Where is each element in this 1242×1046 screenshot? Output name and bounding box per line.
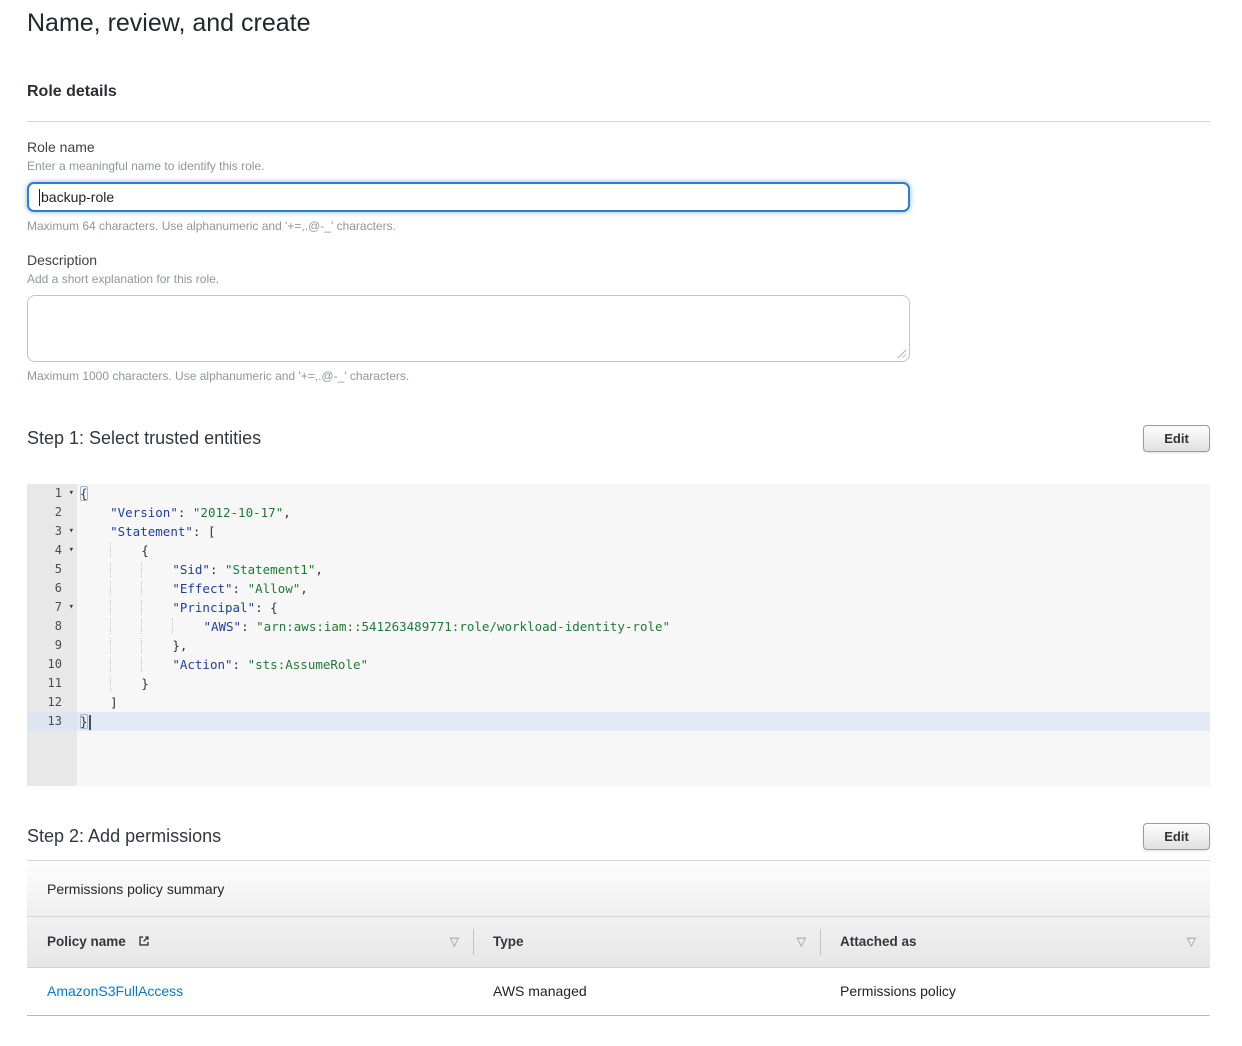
editor-caret bbox=[89, 715, 91, 730]
permissions-summary-panel: Permissions policy summary Policy name ▽ bbox=[27, 860, 1210, 1016]
editor-line-number: 7▾ bbox=[27, 598, 77, 617]
editor-code-line: "AWS": "arn:aws:iam::541263489771:role/w… bbox=[77, 617, 1210, 636]
permissions-panel-title: Permissions policy summary bbox=[27, 861, 1210, 917]
editor-line[interactable]: 2 "Version": "2012-10-17", bbox=[27, 503, 1210, 522]
name-review-create-page: Name, review, and create Role details Ro… bbox=[0, 9, 1242, 1016]
role-name-constraint: Maximum 64 characters. Use alphanumeric … bbox=[27, 219, 1210, 233]
editor-code-line: } bbox=[77, 712, 1210, 731]
editor-line[interactable]: 3▾ "Statement": [ bbox=[27, 522, 1210, 541]
editor-line-number: 3▾ bbox=[27, 522, 77, 541]
editor-line[interactable]: 4▾ { bbox=[27, 541, 1210, 560]
step1-header: Step 1: Select trusted entities Edit bbox=[27, 425, 1210, 452]
column-separator bbox=[820, 929, 821, 955]
editor-code-line: "Effect": "Allow", bbox=[77, 579, 1210, 598]
fold-arrow-icon[interactable]: ▾ bbox=[69, 541, 74, 560]
editor-line[interactable]: 1▾{ bbox=[27, 484, 1210, 503]
text-caret bbox=[39, 189, 40, 206]
editor-line-number: 10 bbox=[27, 655, 77, 674]
editor-code-line: "Principal": { bbox=[77, 598, 1210, 617]
policy-json-editor[interactable]: 1▾{2 "Version": "2012-10-17",3▾ "Stateme… bbox=[27, 484, 1210, 786]
editor-code-line: "Statement": [ bbox=[77, 522, 1210, 541]
external-link-icon bbox=[137, 934, 151, 948]
step1-heading: Step 1: Select trusted entities bbox=[27, 425, 261, 451]
fold-arrow-icon[interactable]: ▾ bbox=[69, 598, 74, 617]
permissions-table: Policy name ▽ Type ▽ bbox=[27, 917, 1210, 1016]
column-header-attached-as[interactable]: Attached as ▽ bbox=[820, 917, 1210, 967]
sort-filter-icon[interactable]: ▽ bbox=[1187, 934, 1196, 948]
editor-line[interactable]: 5 "Sid": "Statement1", bbox=[27, 560, 1210, 579]
editor-line[interactable]: 8 "AWS": "arn:aws:iam::541263489771:role… bbox=[27, 617, 1210, 636]
editor-line-number: 9 bbox=[27, 636, 77, 655]
role-name-field: Role name Enter a meaningful name to ide… bbox=[27, 139, 1210, 233]
editor-line-number: 4▾ bbox=[27, 541, 77, 560]
editor-code-line: "Action": "sts:AssumeRole" bbox=[77, 655, 1210, 674]
editor-code-line: "Sid": "Statement1", bbox=[77, 560, 1210, 579]
editor-line-number: 2 bbox=[27, 503, 77, 522]
editor-code-line: ] bbox=[77, 693, 1210, 712]
editor-code-line: { bbox=[77, 541, 1210, 560]
description-constraint: Maximum 1000 characters. Use alphanumeri… bbox=[27, 369, 1210, 383]
policy-attached-as-cell: Permissions policy bbox=[820, 967, 1210, 1015]
editor-line[interactable]: 9 }, bbox=[27, 636, 1210, 655]
description-hint: Add a short explanation for this role. bbox=[27, 272, 1210, 286]
role-name-value: backup-role bbox=[41, 189, 114, 205]
page-title: Name, review, and create bbox=[27, 9, 1210, 38]
step2-heading: Step 2: Add permissions bbox=[27, 823, 221, 849]
table-header-row: Policy name ▽ Type ▽ bbox=[27, 917, 1210, 967]
editor-code-line: { bbox=[77, 484, 1210, 503]
section-divider bbox=[27, 121, 1210, 122]
editor-line[interactable]: 7▾ "Principal": { bbox=[27, 598, 1210, 617]
editor-line-number: 1▾ bbox=[27, 484, 77, 503]
editor-line-number: 12 bbox=[27, 693, 77, 712]
editor-line[interactable]: 6 "Effect": "Allow", bbox=[27, 579, 1210, 598]
editor-line[interactable]: 10 "Action": "sts:AssumeRole" bbox=[27, 655, 1210, 674]
column-separator bbox=[473, 929, 474, 955]
editor-line-number: 6 bbox=[27, 579, 77, 598]
editor-line[interactable]: 13} bbox=[27, 712, 1210, 731]
column-header-type[interactable]: Type ▽ bbox=[473, 917, 820, 967]
step2-edit-button[interactable]: Edit bbox=[1143, 823, 1210, 850]
table-row: AmazonS3FullAccess AWS managed Permissio… bbox=[27, 967, 1210, 1015]
description-field: Description Add a short explanation for … bbox=[27, 252, 1210, 383]
role-details-heading: Role details bbox=[27, 83, 1210, 101]
editor-code-line: }, bbox=[77, 636, 1210, 655]
role-name-label: Role name bbox=[27, 139, 1210, 155]
editor-line[interactable]: 12 ] bbox=[27, 693, 1210, 712]
role-name-hint: Enter a meaningful name to identify this… bbox=[27, 159, 1210, 173]
column-header-policy-name[interactable]: Policy name ▽ bbox=[27, 917, 473, 967]
editor-code-line: } bbox=[77, 674, 1210, 693]
editor-line-number: 8 bbox=[27, 617, 77, 636]
role-name-input[interactable]: backup-role bbox=[27, 182, 910, 212]
step1-edit-button[interactable]: Edit bbox=[1143, 425, 1210, 452]
sort-filter-icon[interactable]: ▽ bbox=[797, 934, 806, 948]
sort-filter-icon[interactable]: ▽ bbox=[450, 934, 459, 948]
fold-arrow-icon[interactable]: ▾ bbox=[69, 522, 74, 541]
editor-line-number: 13 bbox=[27, 712, 77, 731]
editor-code-line: "Version": "2012-10-17", bbox=[77, 503, 1210, 522]
policy-name-link[interactable]: AmazonS3FullAccess bbox=[47, 983, 183, 999]
policy-type-cell: AWS managed bbox=[473, 967, 820, 1015]
step2-header: Step 2: Add permissions Edit bbox=[27, 823, 1210, 850]
editor-line[interactable]: 11 } bbox=[27, 674, 1210, 693]
fold-arrow-icon[interactable]: ▾ bbox=[69, 484, 74, 503]
description-textarea[interactable] bbox=[27, 295, 910, 362]
editor-line-number: 5 bbox=[27, 560, 77, 579]
editor-line-number: 11 bbox=[27, 674, 77, 693]
description-label: Description bbox=[27, 252, 1210, 268]
